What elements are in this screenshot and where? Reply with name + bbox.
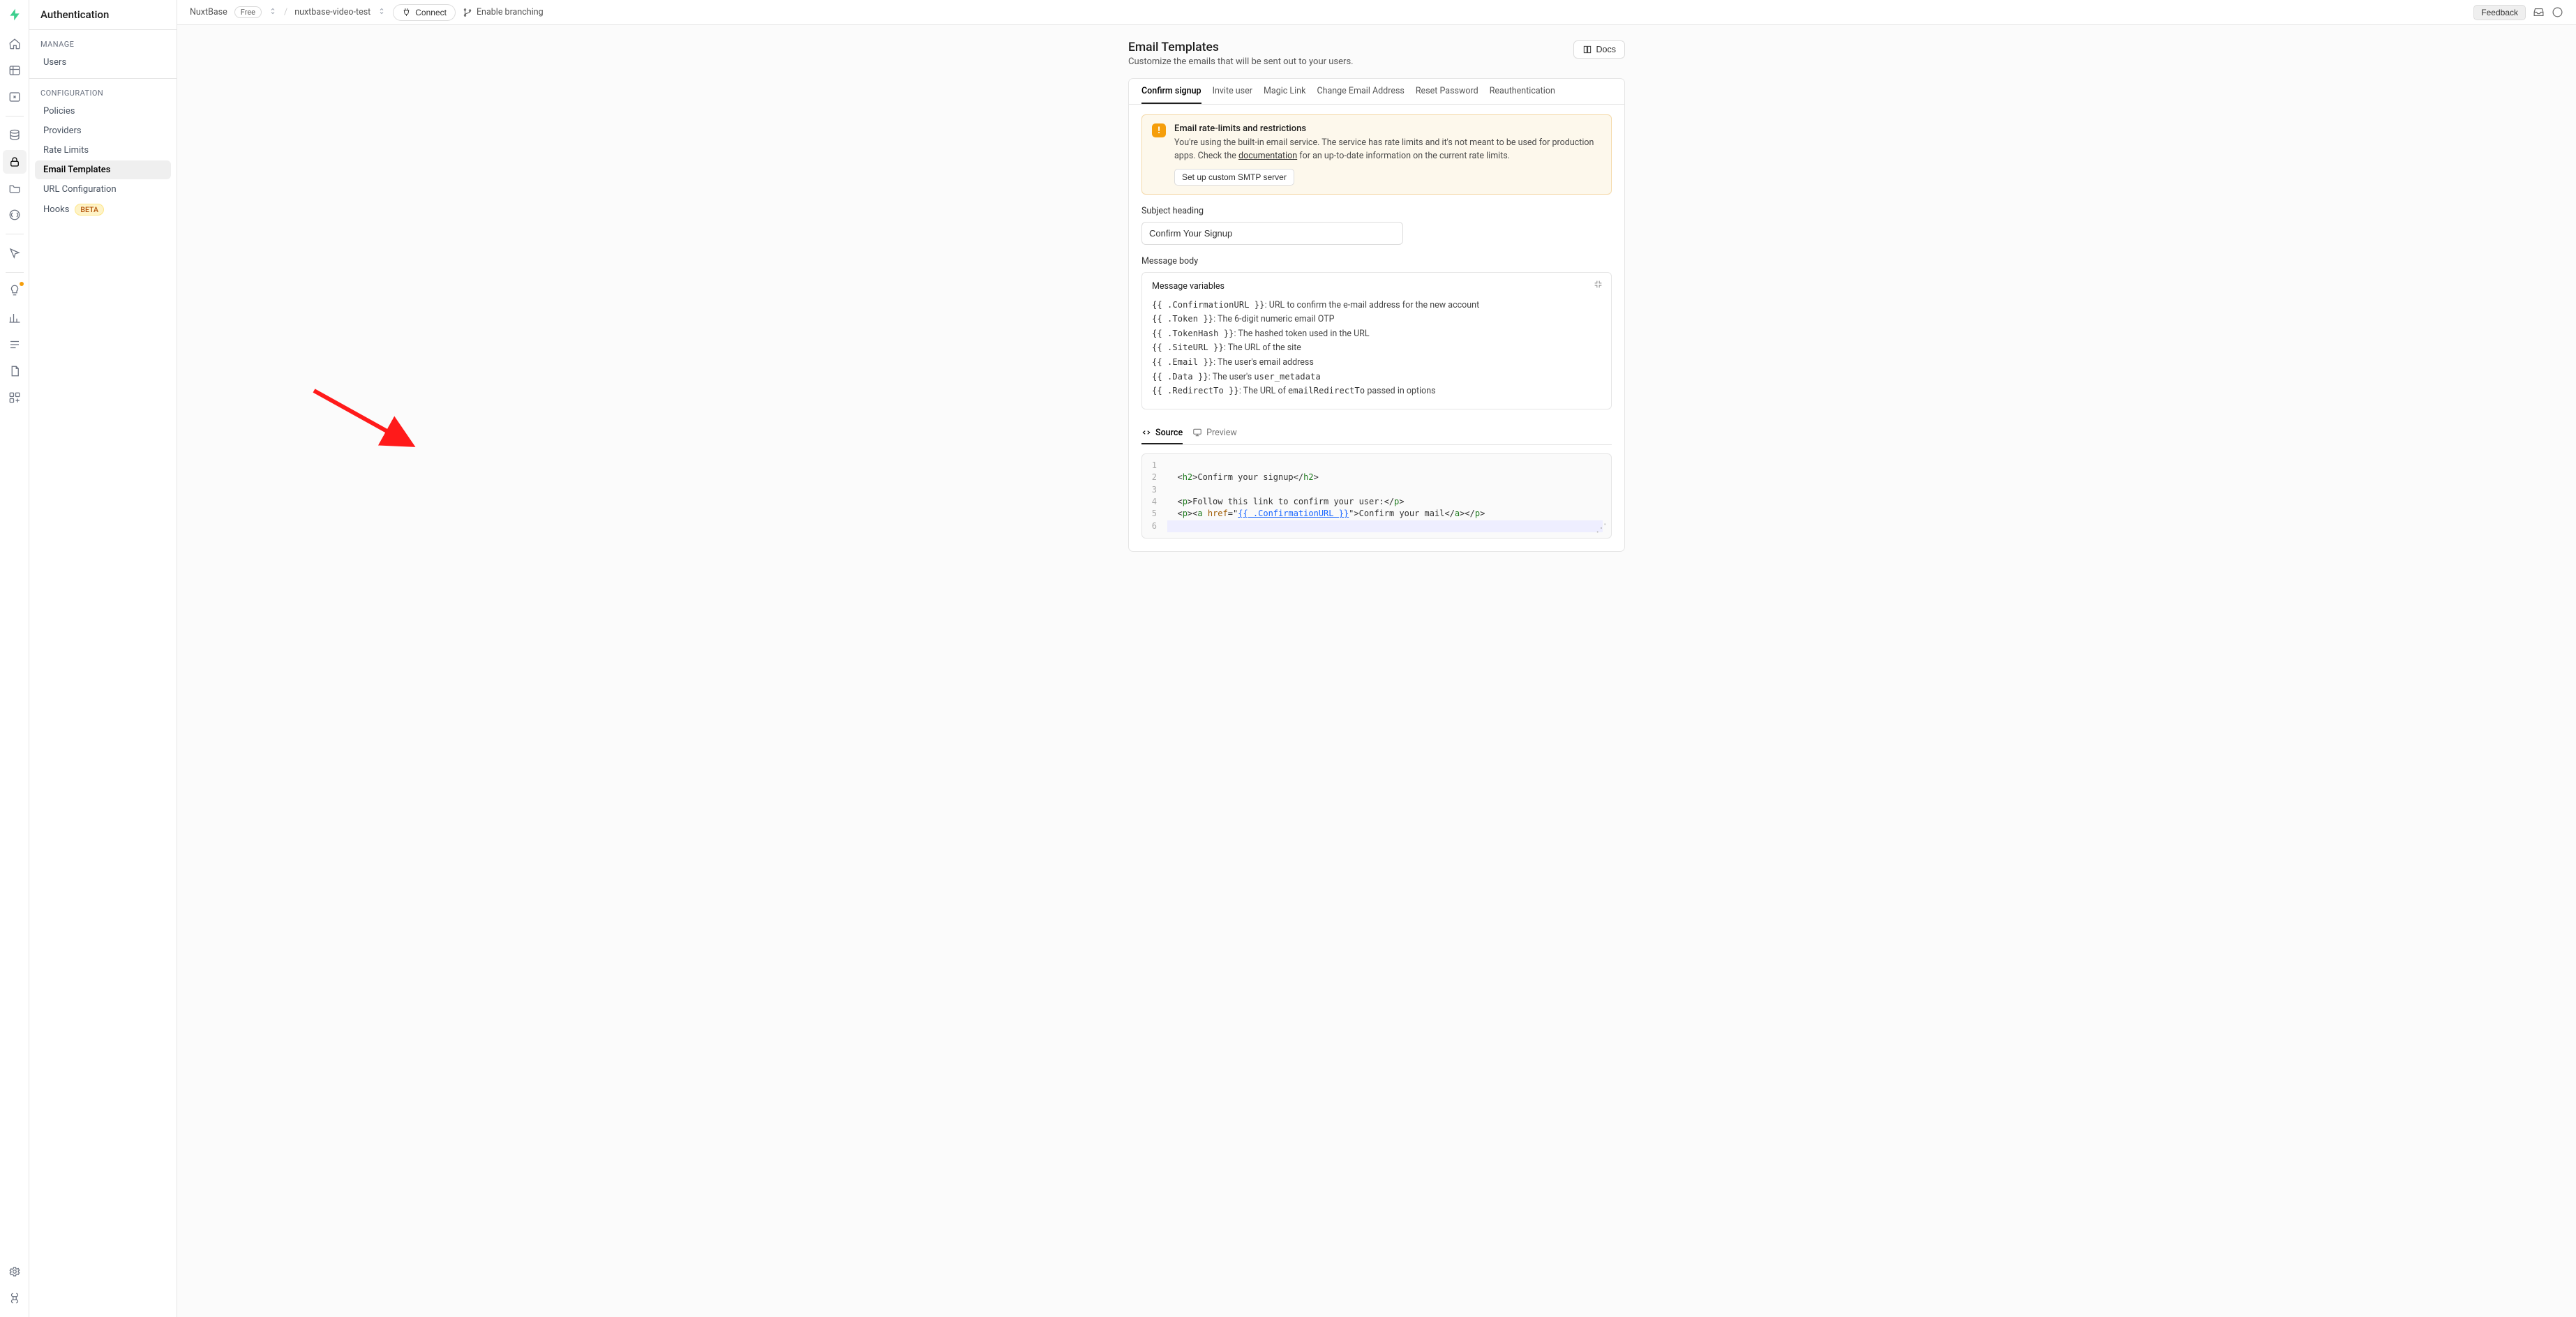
branching-label: Enable branching <box>477 7 544 17</box>
vars-list: {{ .ConfirmationURL }}: URL to confirm t… <box>1152 299 1601 399</box>
rate-limit-notice: ! Email rate-limits and restrictions You… <box>1141 114 1612 195</box>
sidebar-item-label: URL Configuration <box>43 184 117 195</box>
connect-label: Connect <box>415 8 447 17</box>
notice-text: You're using the built-in email service.… <box>1174 137 1601 163</box>
sidebar-item-hooks[interactable]: Hooks BETA <box>35 200 171 220</box>
project-switcher-icon[interactable] <box>377 6 386 19</box>
sidebar-item-policies[interactable]: Policies <box>35 102 171 121</box>
sidebar-item-label: Email Templates <box>43 165 110 175</box>
auth-sidebar: Authentication MANAGE Users CONFIGURATIO… <box>29 0 177 1317</box>
breadcrumb-org[interactable]: NuxtBase <box>190 7 227 17</box>
database-icon[interactable] <box>3 123 27 147</box>
sidebar-item-label: Policies <box>43 106 75 116</box>
breadcrumb-project[interactable]: nuxtbase-video-test <box>294 7 370 17</box>
sidebar-item-label: Hooks <box>43 204 69 215</box>
section-header-config: CONFIGURATION <box>29 79 177 102</box>
plan-badge: Free <box>234 6 262 18</box>
tab-change-email[interactable]: Change Email Address <box>1317 79 1404 104</box>
enable-branching-button[interactable]: Enable branching <box>463 7 544 17</box>
table-editor-icon[interactable] <box>3 59 27 82</box>
tab-invite-user[interactable]: Invite user <box>1213 79 1252 104</box>
sidebar-item-label: Providers <box>43 126 82 136</box>
editor-tab-preview[interactable]: Preview <box>1192 422 1237 444</box>
sidebar-item-email-templates[interactable]: Email Templates <box>35 160 171 179</box>
command-icon[interactable] <box>3 1286 27 1310</box>
book-icon <box>1582 45 1592 54</box>
tab-reauth[interactable]: Reauthentication <box>1490 79 1555 104</box>
sql-editor-icon[interactable] <box>3 85 27 109</box>
sidebar-item-rate-limits[interactable]: Rate Limits <box>35 141 171 160</box>
topbar: NuxtBase Free / nuxtbase-video-test Conn… <box>177 0 2576 25</box>
settings-icon[interactable] <box>3 1260 27 1284</box>
monitor-icon <box>1192 428 1202 437</box>
sidebar-item-users[interactable]: Users <box>35 53 171 72</box>
docs-button[interactable]: Docs <box>1573 40 1625 59</box>
resize-handle-icon[interactable]: ⋰ <box>1596 522 1607 534</box>
plug-icon <box>402 8 411 17</box>
icon-rail <box>0 0 29 1317</box>
sidebar-item-url-config[interactable]: URL Configuration <box>35 180 171 199</box>
collapse-icon[interactable] <box>1594 280 1603 292</box>
warning-icon: ! <box>1152 123 1166 137</box>
sidebar-item-label: Users <box>43 57 66 68</box>
breadcrumb-sep: / <box>284 7 287 17</box>
template-tabs: Confirm signup Invite user Magic Link Ch… <box>1129 79 1624 105</box>
tab-confirm-signup[interactable]: Confirm signup <box>1141 79 1201 104</box>
notice-title: Email rate-limits and restrictions <box>1174 123 1601 134</box>
editor-tabs: Source Preview <box>1141 422 1612 445</box>
section-header-manage: MANAGE <box>29 30 177 53</box>
sidebar-item-label: Rate Limits <box>43 145 89 156</box>
body-label: Message body <box>1141 256 1612 266</box>
editor-tab-label: Source <box>1155 428 1183 438</box>
advisor-icon[interactable] <box>3 280 27 303</box>
subject-input[interactable] <box>1141 222 1403 245</box>
line-gutter: 1 2 3 4 5 6 <box>1142 454 1163 538</box>
feedback-button[interactable]: Feedback <box>2473 5 2526 20</box>
reports-icon[interactable] <box>3 306 27 330</box>
subject-label: Subject heading <box>1141 206 1612 216</box>
beta-badge: BETA <box>75 204 104 216</box>
branch-icon <box>463 8 472 17</box>
sidebar-item-providers[interactable]: Providers <box>35 121 171 140</box>
editor-tab-source[interactable]: Source <box>1141 422 1183 444</box>
tab-magic-link[interactable]: Magic Link <box>1264 79 1305 104</box>
documentation-link[interactable]: documentation <box>1238 151 1297 161</box>
api-docs-icon[interactable] <box>3 359 27 383</box>
inbox-icon[interactable] <box>2533 6 2545 18</box>
message-variables-card: Message variables {{ .ConfirmationURL }}… <box>1141 272 1612 409</box>
page-subtitle: Customize the emails that will be sent o… <box>1128 57 1354 67</box>
connect-button[interactable]: Connect <box>393 4 456 21</box>
realtime-icon[interactable] <box>3 241 27 265</box>
tab-reset-password[interactable]: Reset Password <box>1416 79 1478 104</box>
home-icon[interactable] <box>3 32 27 56</box>
storage-icon[interactable] <box>3 176 27 200</box>
code-content[interactable]: <h2>Confirm your signup</h2> <p>Follow t… <box>1163 454 1611 538</box>
integrations-icon[interactable] <box>3 386 27 409</box>
org-switcher-icon[interactable] <box>269 6 277 19</box>
code-editor[interactable]: 1 2 3 4 5 6 <h2>Confirm your signup</h2>… <box>1141 453 1612 539</box>
setup-smtp-button[interactable]: Set up custom SMTP server <box>1174 169 1294 186</box>
vars-title: Message variables <box>1152 281 1601 292</box>
supabase-logo-icon <box>7 7 22 22</box>
help-icon[interactable] <box>2552 6 2563 18</box>
main-area: NuxtBase Free / nuxtbase-video-test Conn… <box>177 0 2576 1317</box>
code-icon <box>1141 428 1151 437</box>
logs-icon[interactable] <box>3 333 27 356</box>
auth-icon[interactable] <box>3 150 27 174</box>
sidebar-title: Authentication <box>29 0 177 30</box>
page-title: Email Templates <box>1128 40 1354 54</box>
edge-functions-icon[interactable] <box>3 203 27 227</box>
editor-tab-label: Preview <box>1206 428 1237 438</box>
docs-label: Docs <box>1596 45 1616 54</box>
